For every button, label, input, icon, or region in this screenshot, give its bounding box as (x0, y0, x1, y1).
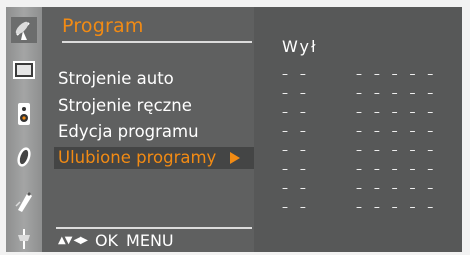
menu-item-favorite-programs-label: Ulubione programy (58, 148, 217, 167)
slot-number: – – (282, 124, 310, 138)
favorites-status[interactable]: Wył (282, 37, 318, 56)
slot-number: – – (282, 143, 310, 157)
slot-number: – – (282, 200, 310, 214)
menu-item-auto-tuning[interactable]: Strojenie auto (58, 68, 236, 90)
slot-name: – – – – – (356, 200, 438, 214)
satellite-dish-icon[interactable] (9, 15, 39, 45)
favorite-slot[interactable]: – – – – – – – (282, 67, 442, 81)
slot-name: – – – – – (356, 67, 438, 81)
favorite-slot[interactable]: – – – – – – – (282, 124, 442, 138)
time-clock-icon[interactable] (13, 145, 35, 169)
favorite-slot[interactable]: – – – – – – – (282, 181, 442, 195)
slot-number: – – (282, 181, 310, 195)
program-menu: Program Strojenie auto Strojenie ręczne … (42, 7, 254, 252)
menu-hint: MENU (126, 231, 174, 250)
favorite-slot[interactable]: – – – – – – – (282, 200, 442, 214)
submenu-arrow-icon (230, 152, 240, 164)
nav-arrows-icon: ▲▼ ◀▶ (58, 235, 88, 246)
menu-item-program-edit[interactable]: Edycja programu (58, 121, 236, 143)
favorite-slot[interactable]: – – – – – – – (282, 162, 442, 176)
ok-hint: OK (94, 231, 119, 250)
title-divider (62, 41, 252, 43)
picture-icon[interactable] (13, 59, 35, 83)
slot-number: – – (282, 86, 310, 100)
slot-name: – – – – – (356, 124, 438, 138)
favorite-slot[interactable]: – – – – – – – (282, 105, 442, 119)
category-icon-bar (6, 7, 42, 252)
favorites-panel: Wył – – – – – – – – – – – – – – – – – – … (254, 7, 462, 252)
favorite-slot[interactable]: – – – – – – – (282, 86, 442, 100)
slot-name: – – – – – (356, 181, 438, 195)
audio-icon[interactable] (13, 102, 35, 126)
slot-number: – – (282, 162, 310, 176)
slot-name: – – – – – (356, 86, 438, 100)
hint-divider (56, 227, 252, 229)
slot-name: – – – – – (356, 105, 438, 119)
slot-number: – – (282, 67, 310, 81)
key-hints: ▲▼ ◀▶ OK MENU (58, 232, 174, 250)
menu-item-manual-tuning[interactable]: Strojenie ręczne (58, 95, 236, 117)
favorite-slot[interactable]: – – – – – – – (282, 143, 442, 157)
slot-name: – – – – – (356, 143, 438, 157)
menu-item-favorite-programs[interactable]: Ulubione programy (54, 147, 254, 169)
menu-title: Program (62, 15, 144, 37)
slot-number: – – (282, 105, 310, 119)
option-tag-icon[interactable] (13, 188, 35, 212)
osd-screen: Program Strojenie auto Strojenie ręczne … (6, 7, 462, 252)
slot-name: – – – – – (356, 162, 438, 176)
input-plug-icon[interactable] (13, 227, 35, 251)
